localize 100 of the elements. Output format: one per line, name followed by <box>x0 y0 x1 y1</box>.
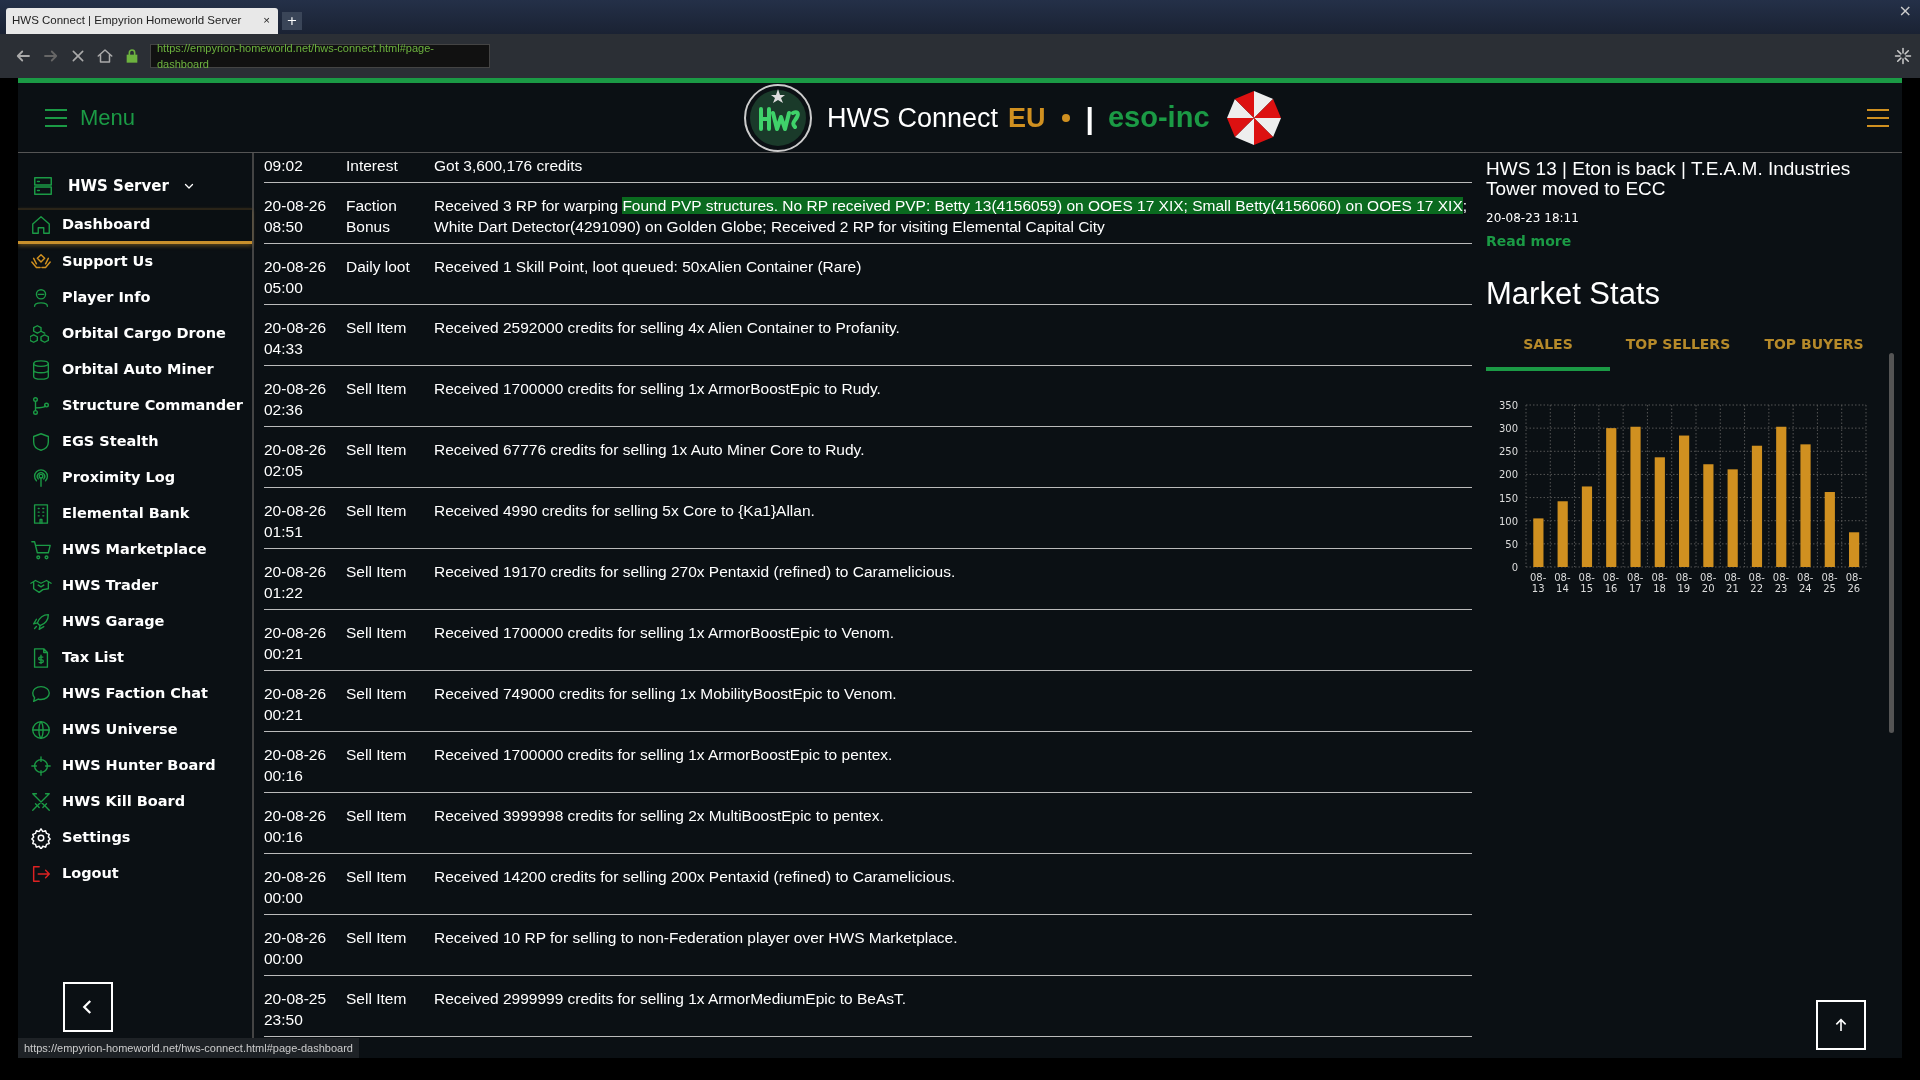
sidebar-item[interactable]: Elemental Bank <box>18 495 252 532</box>
table-cell: 20-08-26 08:50 <box>264 182 346 244</box>
sidebar-item[interactable]: Player Info <box>18 279 252 316</box>
table-cell: 20-08-26 04:33 <box>264 304 346 366</box>
faction-name: eso-inc <box>1108 100 1210 136</box>
read-more-link[interactable]: Read more <box>1486 231 1572 252</box>
sidebar-item[interactable]: Orbital Cargo Drone <box>18 315 252 352</box>
table-cell: Sell Item <box>346 792 434 854</box>
table-cell: 20-08-26 01:22 <box>264 548 346 610</box>
table-cell: Received 14200 credits for selling 200x Pentaxid (refined) to Caramelicious. <box>434 853 1472 915</box>
table-cell: Sell Item <box>346 304 434 366</box>
collapse-sidebar-button[interactable] <box>63 982 113 1032</box>
table-cell: Sell Item <box>346 487 434 549</box>
sidebar-item[interactable]: Structure Commander <box>18 387 252 424</box>
table-cell: Received 4990 credits for selling 5x Core to {Ka1}Allan. <box>434 487 1472 549</box>
table-cell: 20-08-25 23:50 <box>264 975 346 1037</box>
server-dropdown[interactable]: HWS Server <box>18 161 252 208</box>
axis-label: 100 <box>1498 515 1518 527</box>
region-label: EU <box>1008 101 1046 135</box>
scrollbar[interactable] <box>1889 353 1894 733</box>
logo-icon <box>743 83 813 153</box>
axis-label: 08-18 <box>1651 572 1668 595</box>
address-field[interactable]: https://empyrion-homeworld.net/hws-connect.html#page-dashboard <box>150 44 490 68</box>
table-cell: Sell Item <box>346 365 434 427</box>
browser-tab[interactable]: HWS Connect | Empyrion Homeworld Server × <box>6 8 278 34</box>
table-cell: Daily loot <box>346 243 434 305</box>
axis-label: 08-19 <box>1675 572 1693 595</box>
back-to-top-button[interactable] <box>1816 1000 1866 1050</box>
window-close-button[interactable]: × <box>1898 2 1912 20</box>
sidebar-item[interactable]: Orbital Auto Miner <box>18 351 252 388</box>
home-icon[interactable] <box>96 47 114 65</box>
axis-label: 150 <box>1498 492 1518 504</box>
table-cell: 20-08-26 05:00 <box>264 243 346 305</box>
settings-icon <box>30 826 52 849</box>
table-cell: Received 10 RP for selling to non-Federation player over HWS Marketplace. <box>434 914 1472 976</box>
swords-icon <box>30 790 52 813</box>
globe-icon <box>30 718 52 741</box>
tab-close-button[interactable]: × <box>261 12 272 30</box>
table-cell: 20-08-26 02:36 <box>264 365 346 427</box>
table-cell: 09:02 <box>264 153 346 183</box>
axis-label: 08-23 <box>1772 572 1790 595</box>
arrow-up-icon <box>1833 1017 1849 1033</box>
sidebar-item[interactable]: Proximity Log <box>18 459 252 496</box>
axis-label: 08-16 <box>1602 572 1620 595</box>
home-icon <box>30 214 52 236</box>
stop-icon[interactable] <box>70 48 86 64</box>
table-cell: 20-08-26 01:51 <box>264 487 346 549</box>
table-cell: Sell Item <box>346 914 434 976</box>
sidebar-item[interactable]: Dashboard <box>18 207 252 244</box>
sidebar-item[interactable]: HWS Garage <box>18 603 252 640</box>
table-cell: Sell Item <box>346 853 434 915</box>
axis-label: 08-20 <box>1699 572 1717 595</box>
server-icon <box>32 175 54 198</box>
lock-icon <box>124 47 140 65</box>
sidebar-item[interactable]: Logout <box>18 855 252 892</box>
table-cell: 20-08-26 00:21 <box>264 670 346 732</box>
axis-label: 0 <box>1511 562 1518 574</box>
axis-label: 08-25 <box>1821 572 1838 595</box>
sidebar-item[interactable]: HWS Hunter Board <box>18 747 252 784</box>
tab[interactable]: TOP SELLERS <box>1610 334 1746 372</box>
axis-label: 08-26 <box>1845 572 1863 595</box>
menu-button[interactable]: Menu <box>44 101 136 134</box>
loading-icon <box>1894 47 1912 65</box>
branch-icon <box>30 394 52 417</box>
axis-label: 350 <box>1498 400 1518 412</box>
axis-label: 08-22 <box>1748 572 1765 595</box>
sidebar-item[interactable]: Support Us <box>18 243 252 280</box>
cubes-icon <box>30 322 52 345</box>
table-cell: Received 3999998 credits for selling 2x MultiBoostEpic to pentex. <box>434 792 1472 854</box>
table-cell: Received 1700000 credits for selling 1x ArmorBoostEpic to Rudy. <box>434 365 1472 427</box>
crosshair-icon <box>30 754 52 777</box>
table-cell: Received 67776 credits for selling 1x Auto Miner Core to Rudy. <box>434 426 1472 488</box>
tab[interactable]: SALES <box>1486 334 1610 372</box>
axis-label: 50 <box>1505 539 1518 551</box>
table-cell: Received 2592000 credits for selling 4x Alien Container to Profanity. <box>434 304 1472 366</box>
sidebar-item[interactable]: Tax List <box>18 639 252 676</box>
sidebar-item[interactable]: HWS Universe <box>18 711 252 748</box>
table-cell: Sell Item <box>346 609 434 671</box>
table-cell: 20-08-26 00:16 <box>264 731 346 793</box>
table-cell: Received 1700000 credits for selling 1x ArmorBoostEpic to pentex. <box>434 731 1472 793</box>
table-cell: Received 1 Skill Point, loot queued: 50xAlien Container (Rare) <box>434 243 1472 305</box>
status-dot-icon <box>1059 112 1072 124</box>
sidebar-item[interactable]: Settings <box>18 819 252 856</box>
table-cell: Faction Bonus <box>346 182 434 244</box>
sidebar-item[interactable]: HWS Trader <box>18 567 252 604</box>
sidebar-item[interactable]: EGS Stealth <box>18 423 252 460</box>
news-date: 20-08-23 18:11 <box>1486 210 1580 227</box>
sidebar-item[interactable]: HWS Marketplace <box>18 531 252 568</box>
sidebar-item[interactable]: HWS Faction Chat <box>18 675 252 712</box>
table-cell: Sell Item <box>346 731 434 793</box>
shield-icon <box>30 430 52 453</box>
axis-label: 08-17 <box>1627 572 1644 595</box>
tab[interactable]: TOP BUYERS <box>1746 334 1882 372</box>
new-tab-button[interactable]: + <box>282 12 302 30</box>
axis-label: 08-14 <box>1554 572 1571 595</box>
table-cell: Sell Item <box>346 975 434 1037</box>
table-cell: Received 19170 credits for selling 270x Pentaxid (refined) to Caramelicious. <box>434 548 1472 610</box>
sidebar-item[interactable]: HWS Kill Board <box>18 783 252 820</box>
table-cell: Sell Item <box>346 548 434 610</box>
table-cell: Got 3,600,176 credits <box>434 153 1472 183</box>
